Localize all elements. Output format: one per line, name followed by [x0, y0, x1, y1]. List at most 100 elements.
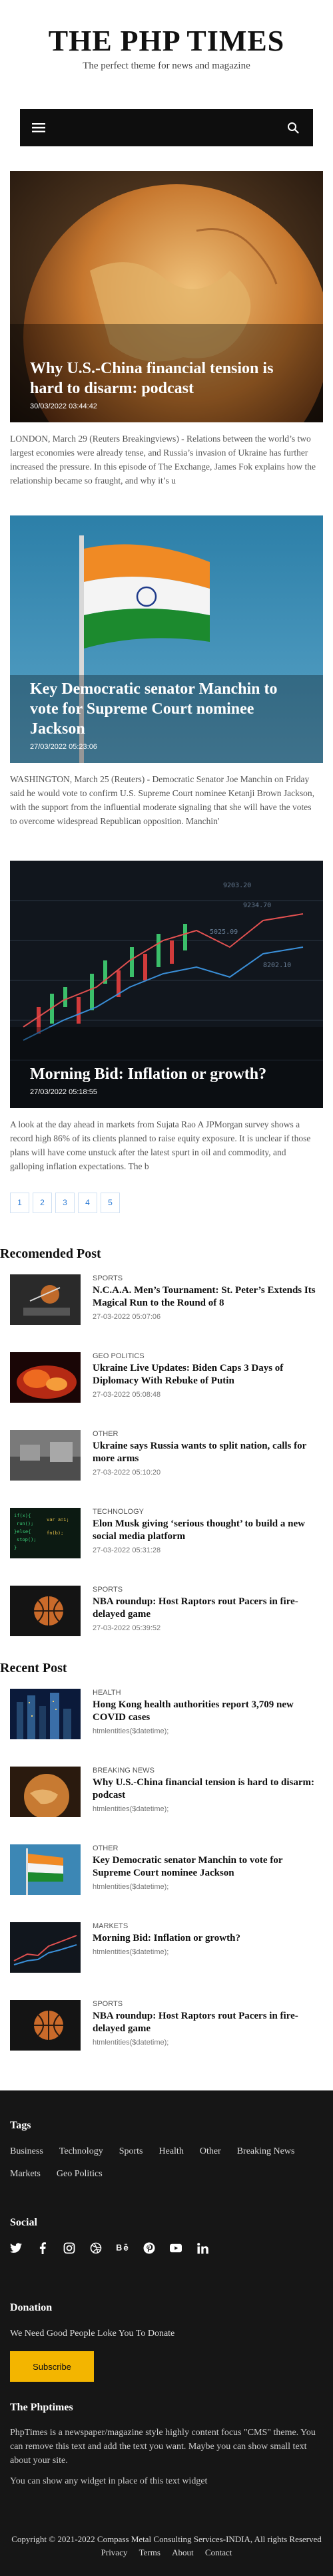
svg-text:9234.70: 9234.70 — [243, 902, 271, 909]
featured-image-market[interactable]: 9203.20 9234.70 5025.09 8202.10 Morning … — [10, 861, 323, 1108]
tag-link[interactable]: Geo Politics — [57, 2169, 103, 2180]
dribbble-icon[interactable] — [90, 2242, 102, 2254]
post-category[interactable]: MARKETS — [93, 1922, 323, 1930]
post-time: htmlentities($datetime); — [93, 2039, 169, 2047]
tag-link[interactable]: Business — [10, 2146, 43, 2157]
svg-text:run();: run(); — [17, 1521, 33, 1526]
post-title[interactable]: NBA roundup: Host Raptors rout Pacers in… — [93, 2010, 323, 2035]
recommended-item[interactable]: SPORTS NBA roundup: Host Raptors rout Pa… — [10, 1586, 323, 1643]
recent-item[interactable]: HEALTH Hong Kong health authorities repo… — [10, 1689, 323, 1746]
svg-text:fn(b);: fn(b); — [47, 1530, 63, 1536]
youtube-icon[interactable] — [170, 2242, 182, 2254]
recommended-item[interactable]: GEO POLITICS Ukraine Live Updates: Biden… — [10, 1352, 323, 1409]
post-title[interactable]: Elon Musk giving ‘serious thought’ to bu… — [93, 1518, 323, 1543]
site-header: THE PHP TIMES The perfect theme for news… — [0, 0, 333, 100]
post-category[interactable]: GEO POLITICS — [93, 1352, 323, 1360]
copyright-text: Copyright © 2021-2022 Compass Metal Cons… — [11, 2534, 322, 2544]
search-icon[interactable] — [284, 118, 302, 137]
subscribe-button[interactable]: Subscribe — [10, 2351, 94, 2382]
footer-link-about[interactable]: About — [172, 2547, 194, 2557]
svg-text:var a=1;: var a=1; — [47, 1517, 69, 1522]
featured-title[interactable]: Key Democratic senator Manchin to vote f… — [30, 679, 303, 739]
donation-text: We Need Good People Loke You To Donate — [10, 2329, 175, 2339]
post-meta: OTHER Ukraine says Russia wants to split… — [93, 1430, 323, 1477]
post-category[interactable]: SPORTS — [93, 1274, 323, 1282]
post-category[interactable]: SPORTS — [93, 1586, 323, 1594]
page-link-4[interactable]: 4 — [78, 1193, 97, 1213]
post-title[interactable]: Key Democratic senator Manchin to vote f… — [93, 1854, 323, 1880]
site-title[interactable]: THE PHP TIMES — [0, 24, 333, 58]
thumbnail[interactable] — [10, 1430, 81, 1481]
behance-icon[interactable] — [117, 2242, 129, 2254]
recommended-item[interactable]: OTHER Ukraine says Russia wants to split… — [10, 1430, 323, 1487]
featured-overlay: Key Democratic senator Manchin to vote f… — [10, 679, 323, 763]
post-category[interactable]: TECHNOLOGY — [93, 1508, 323, 1516]
page-link-3[interactable]: 3 — [55, 1193, 75, 1213]
pinterest-icon[interactable] — [143, 2242, 155, 2254]
social-heading: Social — [10, 2217, 37, 2228]
page: THE PHP TIMES The perfect theme for news… — [0, 0, 333, 2576]
page-link-5[interactable]: 5 — [101, 1193, 120, 1213]
recommended-item[interactable]: if(x){run();}else{stop();} var a=1; fn(b);… — [10, 1508, 323, 1565]
post-title[interactable]: N.C.A.A. Men’s Tournament: St. Peter’s E… — [93, 1284, 323, 1310]
featured-title[interactable]: Morning Bid: Inflation or growth? — [30, 1064, 303, 1084]
facebook-icon[interactable] — [37, 2242, 49, 2254]
site-tagline: The perfect theme for news and magazine — [83, 61, 250, 71]
recent-item[interactable]: OTHER Key Democratic senator Manchin to … — [10, 1844, 323, 1902]
thumbnail[interactable] — [10, 1844, 81, 1895]
post-title[interactable]: Ukraine says Russia wants to split natio… — [93, 1440, 323, 1465]
tag-link[interactable]: Other — [200, 2146, 221, 2157]
thumbnail[interactable] — [10, 1767, 81, 1817]
thumbnail[interactable] — [10, 2000, 81, 2051]
linkedin-icon[interactable] — [196, 2242, 208, 2254]
thumbnail[interactable] — [10, 1586, 81, 1636]
post-meta: SPORTS NBA roundup: Host Raptors rout Pa… — [93, 1586, 323, 1632]
thumbnail[interactable] — [10, 1274, 81, 1325]
post-time: 27-03-2022 05:39:52 — [93, 1624, 161, 1632]
tag-link[interactable]: Health — [159, 2146, 184, 2157]
footer-link-terms[interactable]: Terms — [139, 2547, 161, 2557]
post-time: htmlentities($datetime); — [93, 1948, 169, 1956]
post-title[interactable]: Morning Bid: Inflation or growth? — [93, 1932, 323, 1945]
post-category[interactable]: SPORTS — [93, 2000, 323, 2008]
tag-link[interactable]: Breaking News — [237, 2146, 295, 2157]
twitter-icon[interactable] — [10, 2242, 22, 2254]
post-title[interactable]: Ukraine Live Updates: Biden Caps 3 Days … — [93, 1362, 323, 1387]
about-widget: PhpTimes is a newspaper/magazine style h… — [10, 2426, 323, 2495]
about-text: You can show any widget in place of this… — [10, 2476, 208, 2486]
hamburger-menu-icon[interactable] — [29, 118, 48, 137]
recent-heading: Recent Post — [0, 1661, 67, 1675]
post-meta: SPORTS N.C.A.A. Men’s Tournament: St. Pe… — [93, 1274, 323, 1321]
recommended-heading: Recomended Post — [0, 1246, 101, 1261]
svg-text:9203.20: 9203.20 — [223, 882, 251, 889]
post-meta: SPORTS NBA roundup: Host Raptors rout Pa… — [93, 2000, 323, 2047]
recent-item[interactable]: SPORTS NBA roundup: Host Raptors rout Pa… — [10, 2000, 323, 2057]
tag-link[interactable]: Technology — [59, 2146, 103, 2157]
tag-link[interactable]: Markets — [10, 2169, 41, 2180]
post-title[interactable]: NBA roundup: Host Raptors rout Pacers in… — [93, 1596, 323, 1621]
post-category[interactable]: OTHER — [93, 1844, 323, 1852]
footer-link-contact[interactable]: Contact — [205, 2547, 232, 2557]
post-category[interactable]: BREAKING NEWS — [93, 1767, 323, 1775]
post-meta: BREAKING NEWS Why U.S.-China financial t… — [93, 1767, 323, 1813]
page-link-2[interactable]: 2 — [33, 1193, 52, 1213]
recent-item[interactable]: MARKETS Morning Bid: Inflation or growth… — [10, 1922, 323, 1979]
post-title[interactable]: Hong Kong health authorities report 3,70… — [93, 1699, 323, 1724]
svg-text:stop();: stop(); — [17, 1537, 37, 1542]
footer-link-privacy[interactable]: Privacy — [101, 2547, 128, 2557]
thumbnail[interactable] — [10, 1922, 81, 1973]
tag-link[interactable]: Sports — [119, 2146, 143, 2157]
thumbnail[interactable] — [10, 1689, 81, 1739]
post-category[interactable]: OTHER — [93, 1430, 323, 1438]
featured-title[interactable]: Why U.S.-China financial tension is hard… — [30, 358, 303, 398]
featured-image-flag[interactable]: Key Democratic senator Manchin to vote f… — [10, 515, 323, 763]
featured-image-globe[interactable]: Why U.S.-China financial tension is hard… — [10, 171, 323, 422]
thumbnail[interactable] — [10, 1352, 81, 1403]
page-link-1[interactable]: 1 — [10, 1193, 29, 1213]
post-title[interactable]: Why U.S.-China financial tension is hard… — [93, 1777, 323, 1802]
post-category[interactable]: HEALTH — [93, 1689, 323, 1697]
thumbnail[interactable]: if(x){run();}else{stop();} var a=1; fn(b); — [10, 1508, 81, 1558]
recommended-item[interactable]: SPORTS N.C.A.A. Men’s Tournament: St. Pe… — [10, 1274, 323, 1332]
recent-item[interactable]: BREAKING NEWS Why U.S.-China financial t… — [10, 1767, 323, 1824]
instagram-icon[interactable] — [63, 2242, 75, 2254]
